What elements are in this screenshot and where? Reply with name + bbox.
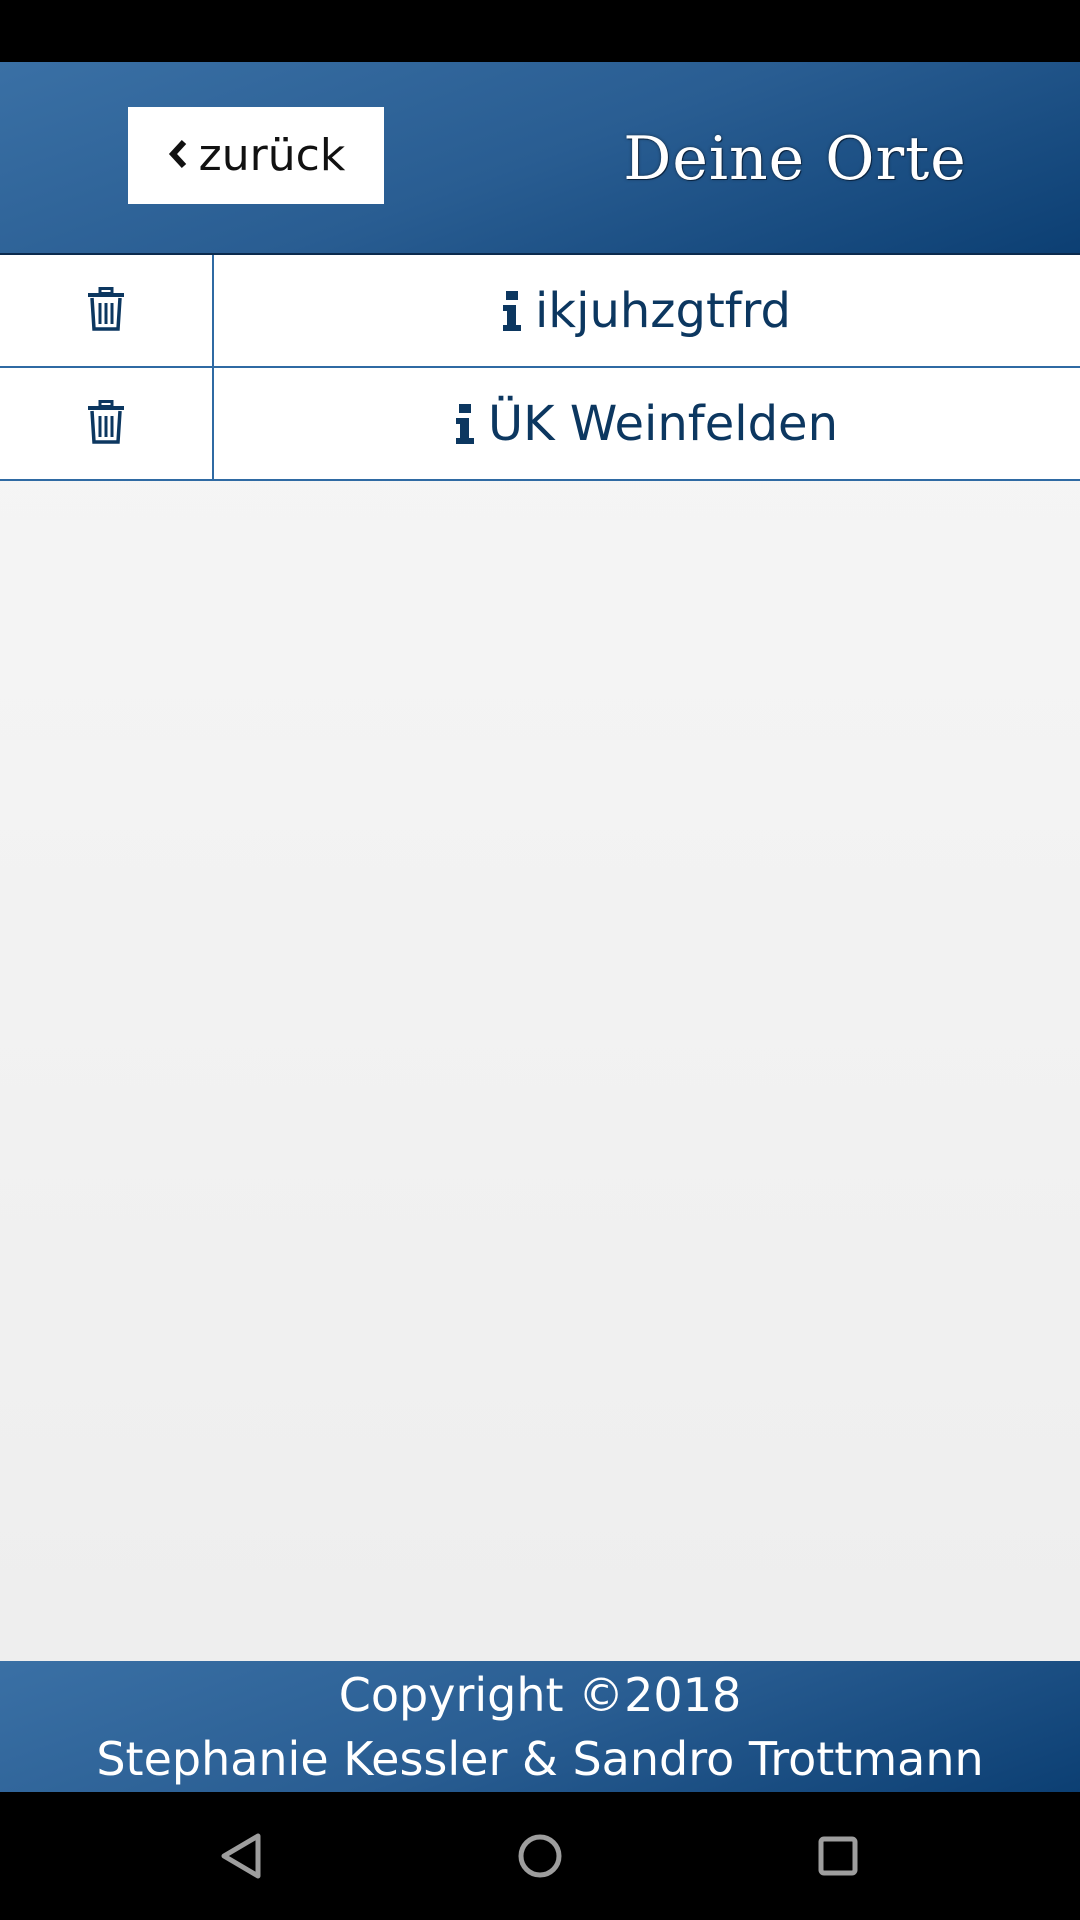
- page-title: Deine Orte: [623, 123, 967, 194]
- places-list: ikjuhzgtfrd ÜK Weinfelden: [0, 255, 1080, 481]
- authors-text: Stephanie Kessler & Sandro Trottmann: [96, 1731, 984, 1786]
- square-recents-icon: [806, 1836, 870, 1892]
- trash-icon: [87, 399, 125, 448]
- nav-recents-button[interactable]: [806, 1824, 870, 1888]
- back-button-label: zurück: [198, 130, 346, 181]
- chevron-left-icon: [167, 130, 189, 181]
- trash-icon: [87, 286, 125, 335]
- nav-home-button[interactable]: [508, 1824, 572, 1888]
- place-item[interactable]: ikjuhzgtfrd: [214, 255, 1080, 366]
- info-icon: [502, 290, 521, 331]
- header: zurück Deine Orte: [0, 62, 1080, 255]
- footer: Copyright ©2018 Stephanie Kessler & Sand…: [0, 1661, 1080, 1792]
- nav-back-button[interactable]: [210, 1824, 274, 1888]
- content-area: ikjuhzgtfrd ÜK Weinfelden: [0, 255, 1080, 1661]
- back-button[interactable]: zurück: [128, 107, 384, 204]
- list-item: ikjuhzgtfrd: [0, 255, 1080, 368]
- triangle-back-icon: [210, 1833, 274, 1892]
- place-item[interactable]: ÜK Weinfelden: [214, 368, 1080, 479]
- copyright-text: Copyright ©2018: [338, 1667, 742, 1722]
- list-item: ÜK Weinfelden: [0, 368, 1080, 481]
- delete-place-button[interactable]: [0, 255, 214, 366]
- place-name: ÜK Weinfelden: [488, 395, 838, 452]
- circle-home-icon: [508, 1834, 572, 1892]
- status-bar: [0, 0, 1080, 62]
- delete-place-button[interactable]: [0, 368, 214, 479]
- info-icon: [456, 403, 474, 444]
- place-name: ikjuhzgtfrd: [534, 282, 792, 339]
- navigation-bar: [0, 1792, 1080, 1920]
